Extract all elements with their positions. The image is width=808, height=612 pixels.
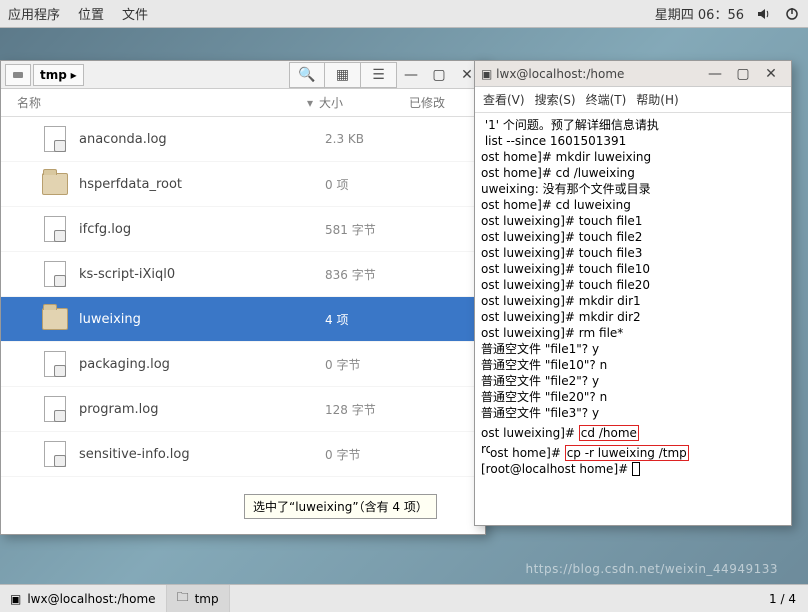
- file-manager-window: tmp ▸ 🔍 ▦ ☰ — ▢ ✕ 名称 ▾ 大小 已修改 anaconda.lo…: [0, 60, 486, 535]
- file-size: 0 字节: [325, 356, 415, 373]
- fm-titlebar[interactable]: tmp ▸ 🔍 ▦ ☰ — ▢ ✕: [1, 61, 485, 89]
- file-name: luweixing: [79, 312, 325, 327]
- term-title-label: lwx@localhost:/home: [496, 67, 701, 81]
- maximize-button[interactable]: ▢: [425, 64, 453, 86]
- file-icon: [41, 260, 69, 288]
- highlight-cd-home: cd /home: [579, 425, 639, 441]
- file-name: anaconda.log: [79, 132, 325, 147]
- folder-icon: [41, 170, 69, 198]
- file-name: ks-script-iXiql0: [79, 267, 325, 282]
- file-name: packaging.log: [79, 357, 325, 372]
- clock: 星期四 06：56: [655, 4, 744, 23]
- menu-places[interactable]: 位置: [78, 4, 104, 23]
- term-menu-help[interactable]: 帮助(H): [636, 91, 678, 108]
- terminal-window: ▣ lwx@localhost:/home — ▢ ✕ 查看(V) 搜索(S) …: [474, 60, 792, 526]
- topbar: 应用程序 位置 文件 星期四 06：56: [0, 0, 808, 28]
- folder-icon: 🗀: [177, 588, 189, 609]
- file-icon: [41, 125, 69, 153]
- file-row[interactable]: luweixing4 项: [1, 297, 485, 342]
- column-headers[interactable]: 名称 ▾ 大小 已修改: [1, 89, 485, 117]
- cursor: [632, 462, 640, 476]
- term-maximize-button[interactable]: ▢: [729, 63, 757, 85]
- file-size: 0 项: [325, 176, 415, 193]
- col-size-label[interactable]: 大小: [319, 94, 409, 111]
- path-tmp-button[interactable]: tmp ▸: [33, 64, 84, 86]
- col-name-label[interactable]: 名称: [17, 94, 41, 111]
- term-titlebar[interactable]: ▣ lwx@localhost:/home — ▢ ✕: [475, 61, 791, 87]
- file-icon: [41, 395, 69, 423]
- status-tooltip: 选中了“luweixing”（含有 4 项）: [244, 494, 437, 519]
- volume-icon[interactable]: [756, 6, 772, 22]
- terminal-output[interactable]: '1' 个问题。预了解详细信息请执 list --since 160150139…: [475, 113, 791, 481]
- file-icon: [41, 350, 69, 378]
- file-row[interactable]: ks-script-iXiql0836 字节: [1, 252, 485, 297]
- term-minimize-button[interactable]: —: [701, 63, 729, 85]
- file-row[interactable]: anaconda.log2.3 KB: [1, 117, 485, 162]
- col-mod-label[interactable]: 已修改: [409, 94, 479, 111]
- menu-button[interactable]: ☰: [361, 62, 397, 88]
- path-root-button[interactable]: [5, 64, 31, 86]
- menu-files[interactable]: 文件: [122, 4, 148, 23]
- term-menubar: 查看(V) 搜索(S) 终端(T) 帮助(H): [475, 87, 791, 113]
- drive-icon: [12, 69, 24, 81]
- terminal-icon: ▣: [10, 592, 21, 606]
- task-terminal[interactable]: ▣ lwx@localhost:/home: [0, 585, 167, 612]
- taskbar: ▣ lwx@localhost:/home 🗀 tmp 1 / 4: [0, 584, 808, 612]
- watermark: https://blog.csdn.net/weixin_44949133: [525, 562, 778, 576]
- file-size: 836 字节: [325, 266, 415, 283]
- search-icon: 🔍: [298, 67, 315, 83]
- file-size: 581 字节: [325, 221, 415, 238]
- highlight-cp-cmd: cp -r luweixing /tmp: [565, 445, 689, 461]
- file-name: ifcfg.log: [79, 222, 325, 237]
- file-row[interactable]: ifcfg.log581 字节: [1, 207, 485, 252]
- task-files[interactable]: 🗀 tmp: [167, 585, 230, 612]
- menu-apps[interactable]: 应用程序: [8, 4, 60, 23]
- file-row[interactable]: sensitive-info.log0 字节: [1, 432, 485, 477]
- file-name: sensitive-info.log: [79, 447, 325, 462]
- file-size: 0 字节: [325, 446, 415, 463]
- file-name: program.log: [79, 402, 325, 417]
- file-list[interactable]: anaconda.log2.3 KBhsperfdata_root0 项ifcf…: [1, 117, 485, 534]
- file-icon: [41, 440, 69, 468]
- icon-view-button[interactable]: ▦: [325, 62, 361, 88]
- term-menu-view[interactable]: 查看(V): [483, 91, 525, 108]
- file-icon: [41, 215, 69, 243]
- grid-icon: ▦: [336, 67, 349, 83]
- minimize-button[interactable]: —: [397, 64, 425, 86]
- folder-icon: [41, 305, 69, 333]
- file-size: 4 项: [325, 311, 415, 328]
- term-menu-terminal[interactable]: 终端(T): [586, 91, 627, 108]
- file-name: hsperfdata_root: [79, 177, 325, 192]
- menu-icon: ☰: [372, 67, 385, 83]
- sort-indicator-icon: ▾: [307, 96, 313, 110]
- file-size: 2.3 KB: [325, 132, 415, 146]
- file-row[interactable]: hsperfdata_root0 项: [1, 162, 485, 207]
- file-size: 128 字节: [325, 401, 415, 418]
- terminal-icon: ▣: [481, 67, 492, 81]
- term-menu-search[interactable]: 搜索(S): [535, 91, 576, 108]
- power-icon[interactable]: [784, 6, 800, 22]
- search-button[interactable]: 🔍: [289, 62, 325, 88]
- workspace-indicator[interactable]: 1 / 4: [757, 592, 808, 606]
- term-close-button[interactable]: ✕: [757, 63, 785, 85]
- file-row[interactable]: packaging.log0 字节: [1, 342, 485, 387]
- file-row[interactable]: program.log128 字节: [1, 387, 485, 432]
